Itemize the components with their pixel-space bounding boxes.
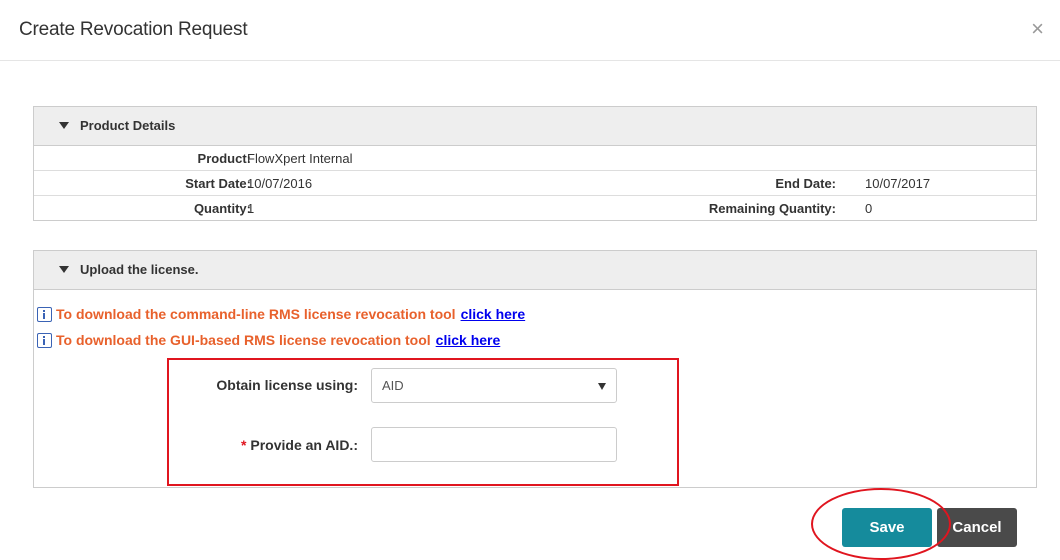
close-icon[interactable]: × [1031,18,1044,40]
download-links: To download the command-line RMS license… [37,301,525,353]
product-label: Product: [197,151,251,166]
remaining-quantity-value: 0 [865,201,873,216]
product-details-header[interactable]: Product Details [34,107,1036,146]
dialog-title: Create Revocation Request [19,19,248,40]
end-date-value: 10/07/2017 [865,176,931,191]
download-gui-line: To download the GUI-based RMS license re… [37,327,525,353]
dropdown-arrow-icon [598,383,606,390]
upload-license-title: Upload the license. [80,262,199,277]
upload-license-header[interactable]: Upload the license. [34,251,1036,290]
start-date-label: Start Date: [185,176,251,191]
triangle-down-icon [59,122,69,129]
aid-label: * Provide an AID.: [160,437,358,453]
download-cli-text: To download the command-line RMS license… [56,306,456,322]
obtain-license-label: Obtain license using: [216,377,358,393]
quantity-row: Quantity: 1 Remaining Quantity: 0 [34,196,1036,220]
aid-label-text: Provide an AID.: [250,437,358,453]
dialog-header: Create Revocation Request × [0,0,1060,61]
quantity-label: Quantity: [193,201,251,216]
info-icon [37,332,52,348]
download-gui-text: To download the GUI-based RMS license re… [56,332,431,348]
start-date-value: 10/07/2016 [247,176,313,191]
dates-row: Start Date: 10/07/2016 End Date: 10/07/2… [34,171,1036,196]
end-date-label: End Date: [775,176,836,191]
product-details-panel: Product Details Product: FlowXpert Inter… [33,106,1037,221]
triangle-down-icon [59,266,69,273]
cancel-button[interactable]: Cancel [937,508,1017,547]
obtain-license-selected: AID [382,378,404,393]
download-cli-link[interactable]: click here [461,306,526,322]
aid-input[interactable] [371,427,617,462]
info-icon [37,306,52,322]
required-mark: * [241,437,247,453]
remaining-quantity-label: Remaining Quantity: [708,201,836,216]
quantity-value: 1 [247,201,255,216]
download-cli-line: To download the command-line RMS license… [37,301,525,327]
product-details-title: Product Details [80,118,176,133]
download-gui-link[interactable]: click here [436,332,501,348]
obtain-license-select[interactable]: AID [371,368,617,403]
product-value: FlowXpert Internal [247,151,353,166]
product-row: Product: FlowXpert Internal [34,146,1036,171]
save-button[interactable]: Save [842,508,932,547]
